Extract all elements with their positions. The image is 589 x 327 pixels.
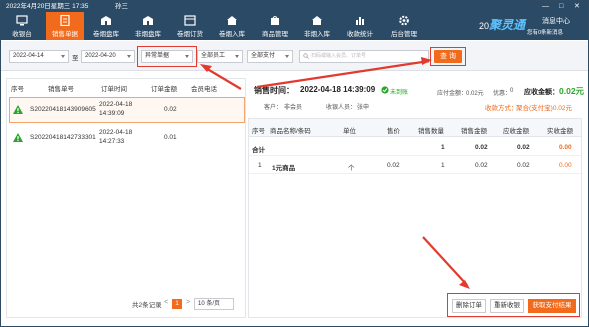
arrow-to-actions [422,236,468,286]
arrow-to-query [256,59,430,89]
annotation-arrows [200,57,470,289]
arrow-head [459,280,470,289]
arrow-to-filter [203,66,242,90]
arrow-head [421,57,432,65]
app-window: 2022年4月20日星期三 17:35 孙三 — □ ✕ 收银台 销售单据 卷烟… [0,0,589,327]
